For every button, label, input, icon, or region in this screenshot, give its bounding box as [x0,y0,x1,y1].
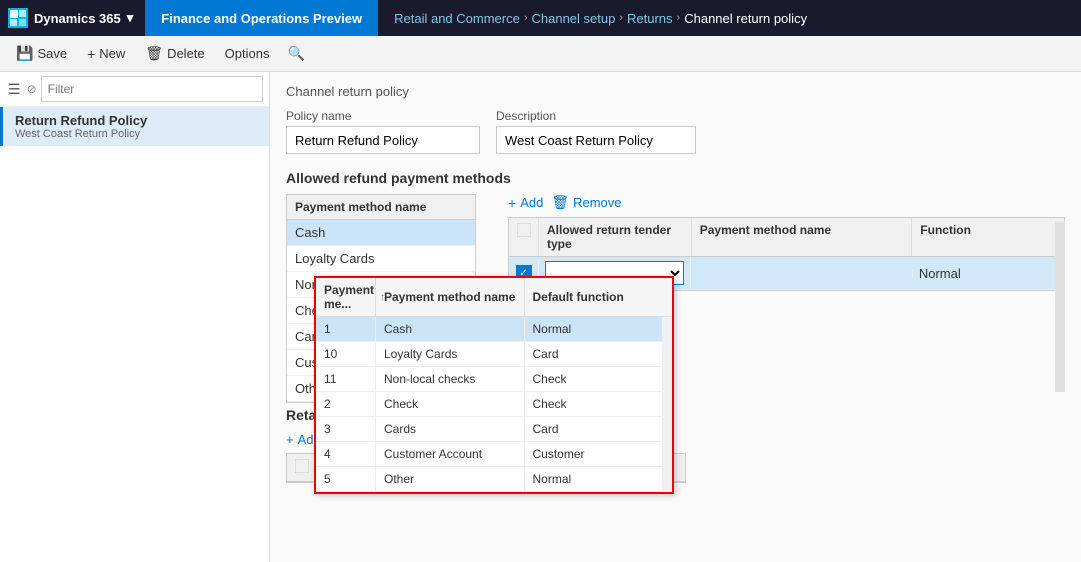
popup-row-10[interactable]: 10 Loyalty Cards Card [316,342,672,367]
description-field: Description [496,109,696,154]
description-input[interactable] [496,126,696,154]
popup-row-4[interactable]: 4 Customer Account Customer [316,442,672,467]
popup-scrollbar[interactable] [662,317,672,492]
tender-header-type: Allowed return tender type [539,218,692,256]
policy-name-label: Policy name [286,109,480,123]
dropdown-popup: Payment me... ↑ Payment method name Defa… [314,276,674,494]
retail-header-check [287,454,317,481]
sidebar-toolbar: ☰ ⊘ [0,72,269,107]
brand-dropdown-icon[interactable]: ▾ [127,10,134,26]
breadcrumb-sep-3: › [677,12,681,24]
content-area: Channel return policy Policy name Descri… [270,72,1081,562]
tender-table-container: + Add 🗑 Remove Allowed return tender [508,194,1065,403]
popup-row-3[interactable]: 3 Cards Card [316,417,672,442]
options-button[interactable]: Options [217,42,278,65]
breadcrumb-sep-2: › [619,12,623,24]
filter-input[interactable] [41,76,263,102]
popup-header: Payment me... ↑ Payment method name Defa… [316,278,672,317]
refund-section: Payment method name Cash Loyalty Cards N… [286,194,1065,403]
payment-item-cash[interactable]: Cash [287,220,475,246]
popup-row-11[interactable]: 11 Non-local checks Check [316,367,672,392]
app-title: Finance and Operations Preview [145,0,378,36]
filter-icon: ⊘ [27,82,37,96]
sidebar: ☰ ⊘ Return Refund Policy West Coast Retu… [0,72,270,562]
tender-row-function-cell: Normal [913,262,1064,285]
breadcrumb-current: Channel return policy [684,11,807,26]
new-icon: + [87,46,95,62]
sidebar-item-title: Return Refund Policy [15,113,257,128]
breadcrumb-channel[interactable]: Channel setup [532,11,616,26]
tender-add-button[interactable]: + Add [508,195,543,211]
tender-row-method-cell [691,269,913,277]
refund-section-title: Allowed refund payment methods [286,170,1065,186]
tender-header-check [509,218,539,256]
main-toolbar: 💾 Save + New 🗑 Delete Options 🔍 [0,36,1081,72]
tender-remove-button[interactable]: 🗑 Remove [551,194,621,211]
popup-col-name: Payment method name [376,278,525,316]
brand[interactable]: Dynamics 365 ▾ [8,8,145,28]
popup-row-2[interactable]: 2 Check Check [316,392,672,417]
tender-header-function: Function [912,218,1064,256]
payment-list-header: Payment method name [287,195,475,220]
section-header: Channel return policy [286,84,1065,99]
policy-name-field: Policy name [286,109,480,154]
delete-button[interactable]: 🗑 Delete [137,41,212,66]
d365-icon [8,8,28,28]
retail-add-icon: + [286,432,294,447]
tender-table-header: Allowed return tender type Payment metho… [509,218,1064,257]
popup-col-func: Default function [525,278,673,316]
brand-label: Dynamics 365 [34,11,121,26]
breadcrumb: Retail and Commerce › Channel setup › Re… [378,11,807,26]
lines-icon[interactable]: ☰ [6,79,23,100]
delete-icon: 🗑 [145,45,163,62]
save-button[interactable]: 💾 Save [8,41,75,66]
new-button[interactable]: + New [79,42,133,66]
sidebar-item-policy[interactable]: Return Refund Policy West Coast Return P… [0,107,269,146]
tender-toolbar: + Add 🗑 Remove [508,194,1065,211]
remove-icon: 🗑 [551,194,569,211]
topbar: Dynamics 365 ▾ Finance and Operations Pr… [0,0,1081,36]
tender-header-method: Payment method name [692,218,913,256]
add-icon: + [508,195,516,211]
policy-name-input[interactable] [286,126,480,154]
list-scrollbar[interactable] [1055,222,1065,392]
breadcrumb-sep-1: › [524,12,528,24]
main-layout: ☰ ⊘ Return Refund Policy West Coast Retu… [0,72,1081,562]
breadcrumb-retail[interactable]: Retail and Commerce [394,11,520,26]
popup-row-5[interactable]: 5 Other Normal [316,467,672,492]
breadcrumb-returns[interactable]: Returns [627,11,673,26]
sidebar-list: Return Refund Policy West Coast Return P… [0,107,269,562]
sidebar-item-subtitle: West Coast Return Policy [15,128,257,140]
popup-col-id: Payment me... ↑ [316,278,376,316]
popup-row-1[interactable]: 1 Cash Normal [316,317,672,342]
payment-item-loyalty[interactable]: Loyalty Cards [287,246,475,272]
form-row: Policy name Description [286,109,1065,154]
search-button[interactable]: 🔍 [281,40,311,68]
description-label: Description [496,109,696,123]
save-icon: 💾 [16,45,33,62]
